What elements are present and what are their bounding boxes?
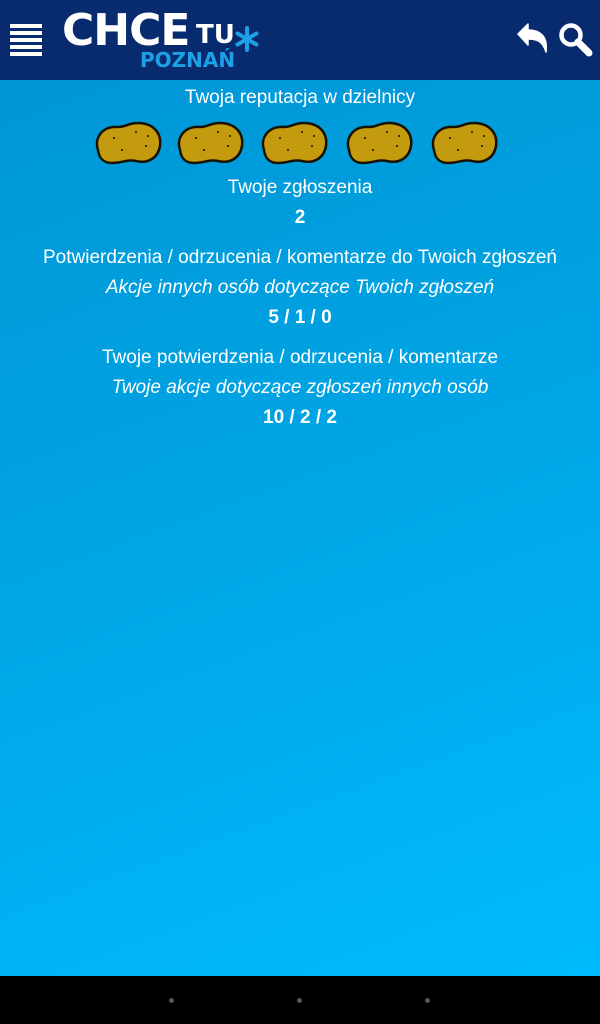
- logo-tu-text: TU: [196, 20, 235, 50]
- nav-home-dot[interactable]: [297, 998, 302, 1003]
- search-button[interactable]: [556, 20, 596, 60]
- menu-button[interactable]: [10, 24, 42, 56]
- my-actions-label: Twoje potwierdzenia / odrzucenia / komen…: [101, 347, 499, 368]
- reputation-label: Twoja reputacja w dzielnicy: [184, 87, 416, 108]
- profile-content: Twoja reputacja w dzielnicy Twoje zgłosz…: [0, 80, 600, 976]
- search-icon: [559, 23, 593, 57]
- reports-value: 2: [294, 207, 306, 228]
- others-actions-sublabel: Akcje innych osób dotyczące Twoich zgłos…: [105, 277, 495, 298]
- my-actions-sublabel: Twoje akcje dotyczące zgłoszeń innych os…: [111, 377, 489, 398]
- app-bar: CHCE TU POZNAŃ: [0, 0, 600, 80]
- nav-back-dot[interactable]: [169, 998, 174, 1003]
- potato-icon: [346, 121, 413, 165]
- asterisk-icon: [235, 26, 259, 52]
- nav-recents-dot[interactable]: [425, 998, 430, 1003]
- back-button[interactable]: [512, 20, 552, 60]
- potato-icon: [95, 121, 162, 165]
- my-actions-value: 10 / 2 / 2: [263, 407, 337, 428]
- reputation-rating: [92, 120, 512, 168]
- reports-label: Twoje zgłoszenia: [227, 177, 373, 198]
- potato-icon: [177, 121, 244, 165]
- app-logo: CHCE TU POZNAŃ: [62, 6, 262, 74]
- others-actions-label: Potwierdzenia / odrzucenia / komentarze …: [43, 247, 557, 268]
- menu-icon: [10, 24, 42, 56]
- logo-city-text: POZNAŃ: [140, 48, 236, 72]
- back-icon: [517, 23, 548, 53]
- system-nav-bar: [0, 976, 600, 1024]
- potato-icon: [261, 121, 328, 165]
- potato-icon: [431, 121, 498, 165]
- others-actions-value: 5 / 1 / 0: [268, 307, 332, 328]
